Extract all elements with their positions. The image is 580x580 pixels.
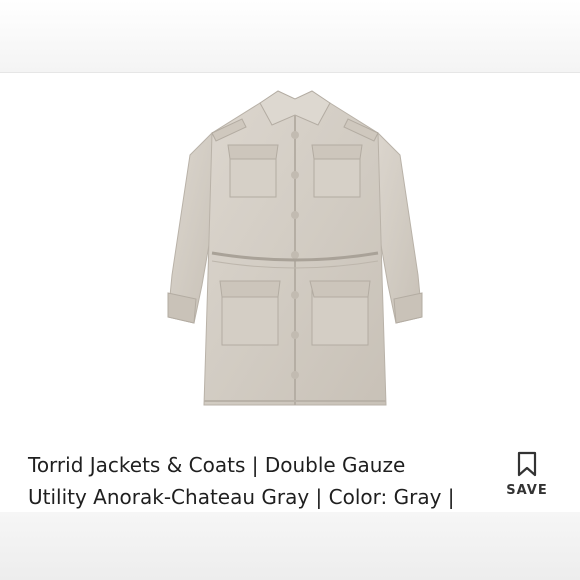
product-title[interactable]: Torrid Jackets & Coats | Double Gauze Ut… [28,449,498,513]
bottom-background-band [0,512,580,580]
save-label: SAVE [506,483,548,498]
bookmark-icon [517,451,537,477]
product-title-line-1: Torrid Jackets & Coats | Double Gauze [28,453,406,477]
save-button[interactable]: SAVE [498,451,556,501]
top-background-band [0,0,580,72]
pin-card[interactable]: Torrid Jackets & Coats | Double Gauze Ut… [0,72,580,513]
product-image[interactable] [150,85,440,435]
product-title-line-2: Utility Anorak-Chateau Gray | Color: Gra… [28,485,455,509]
